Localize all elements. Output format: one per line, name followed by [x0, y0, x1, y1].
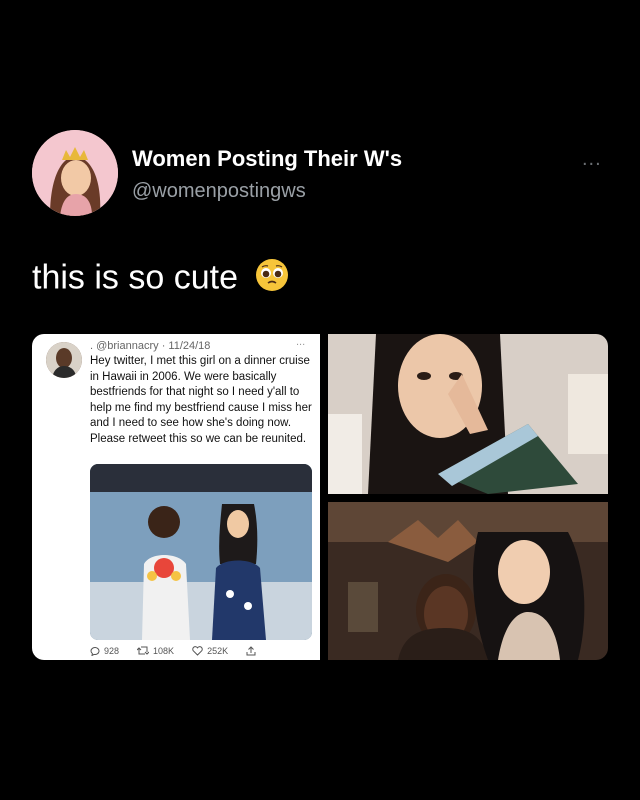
childhood-photo — [90, 464, 312, 640]
collage-divider-horizontal — [328, 494, 608, 502]
account-handle[interactable]: @womenpostingws — [132, 180, 306, 203]
profile-avatar[interactable] — [32, 130, 118, 216]
embedded-more-icon: ... — [296, 336, 306, 348]
embedded-tweet-meta: . @briannacry · 11/24/18 — [90, 340, 211, 352]
more-options-icon[interactable]: ... — [582, 148, 602, 171]
pleading-face-icon — [255, 258, 289, 301]
embedded-tweet-actions: 928 108K 252K — [90, 646, 320, 656]
embedded-avatar — [46, 342, 82, 378]
share-icon — [246, 646, 256, 656]
display-name[interactable]: Women Posting Their W's — [132, 146, 402, 172]
reunion-photo[interactable] — [328, 502, 608, 660]
embedded-tweet-screenshot[interactable]: . @briannacry · 11/24/18 ... Hey twitter… — [32, 334, 320, 660]
tweet-text: this is so cute — [32, 258, 289, 301]
retweet-count: 108K — [153, 646, 175, 656]
selfie-photo[interactable] — [328, 334, 608, 494]
collage-divider — [320, 334, 328, 660]
heart-icon — [192, 646, 203, 656]
like-count: 252K — [207, 646, 229, 656]
tweet-body: this is so cute — [32, 258, 238, 297]
media-collage[interactable]: . @briannacry · 11/24/18 ... Hey twitter… — [32, 334, 608, 660]
reply-count: 928 — [104, 646, 120, 656]
reply-stat: 928 — [90, 646, 119, 656]
retweet-stat: 108K — [137, 646, 174, 656]
retweet-icon — [137, 646, 150, 655]
reply-icon — [90, 647, 100, 656]
embedded-tweet-text: Hey twitter, I met this girl on a dinner… — [90, 355, 312, 445]
like-stat: 252K — [192, 646, 228, 656]
share-stat — [246, 646, 256, 656]
